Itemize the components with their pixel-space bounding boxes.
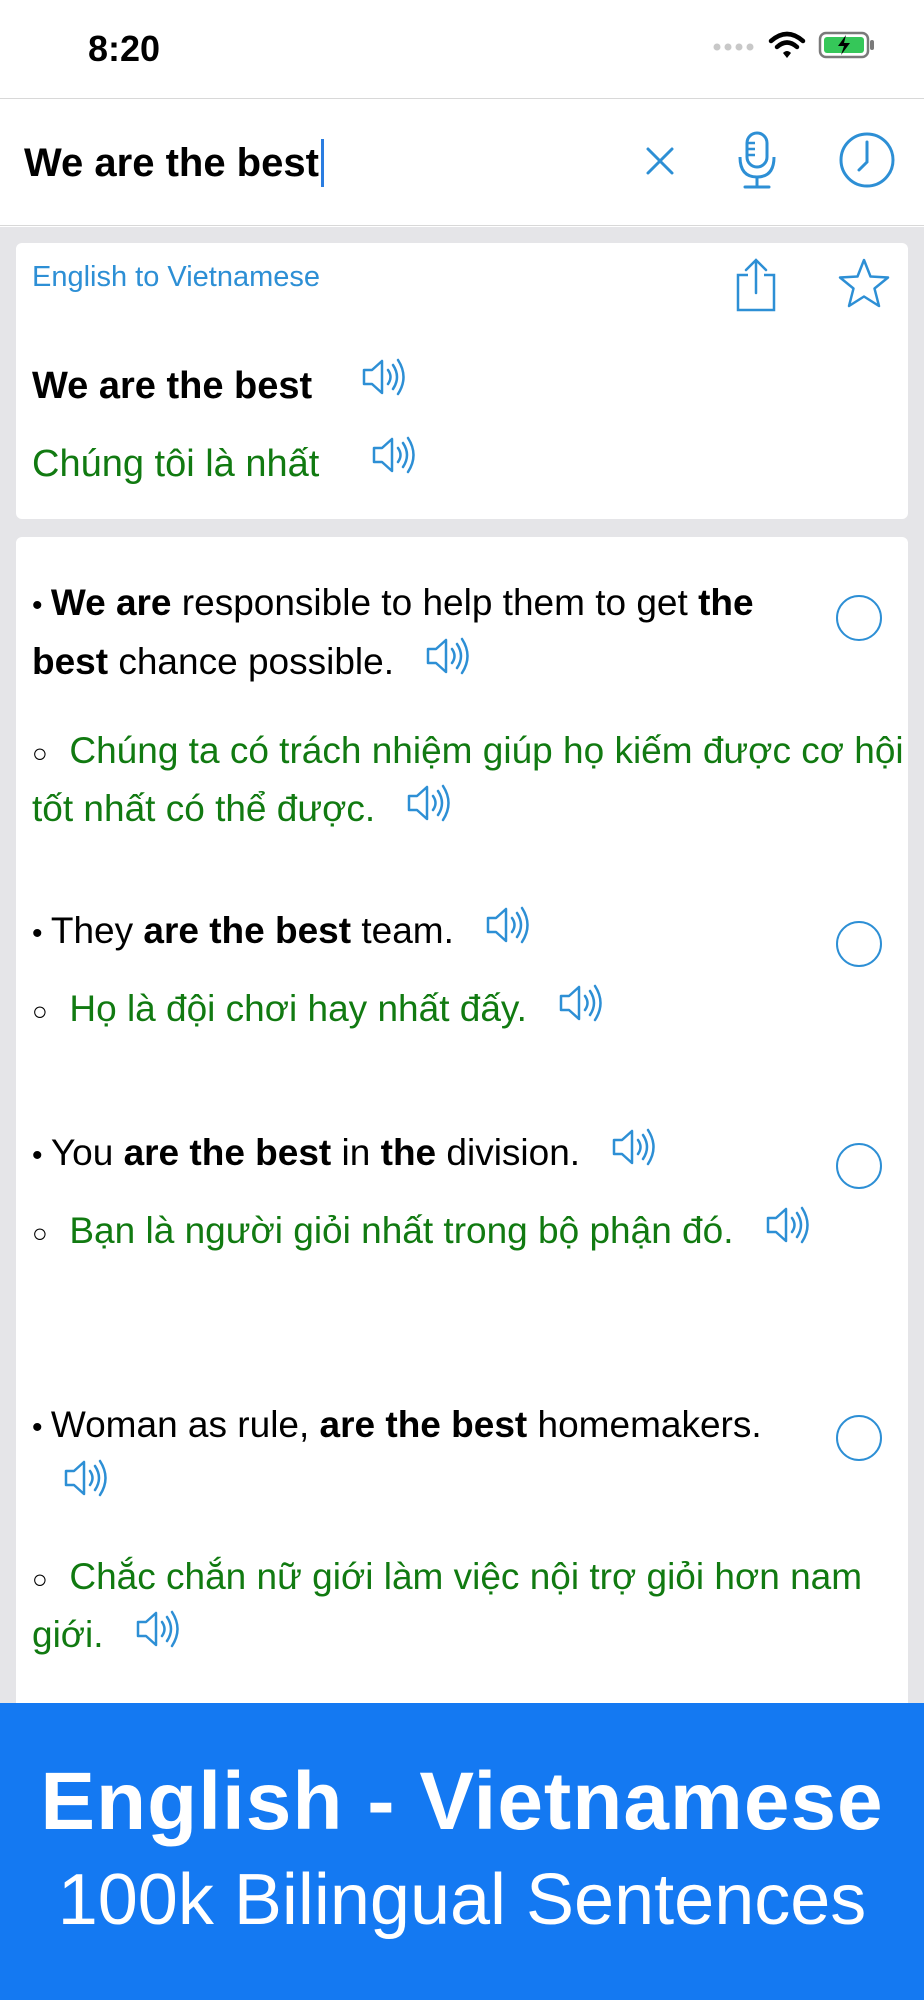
- highlighted-term: are the best: [319, 1404, 528, 1445]
- sentence-text: You: [50, 1132, 124, 1173]
- example-translation: ○ Bạn là người giỏi nhất trong bộ phận đ…: [32, 1203, 912, 1263]
- banner-subtitle: 100k Bilingual Sentences: [57, 1860, 867, 1940]
- example-source-sentence: • They are the best team.: [32, 903, 812, 963]
- promo-banner: English - Vietnamese 100k Bilingual Sent…: [0, 1703, 924, 2000]
- speak-example-translation-button[interactable]: [557, 981, 605, 1041]
- speaker-icon: [362, 358, 405, 396]
- favorite-button[interactable]: [834, 255, 894, 315]
- speak-example-source-button[interactable]: [484, 903, 532, 963]
- highlighted-term: are the best: [123, 1132, 332, 1173]
- translated-phrase: Chúng tôi là nhất: [32, 443, 320, 485]
- speak-source-button[interactable]: [360, 355, 408, 404]
- history-button[interactable]: [834, 129, 900, 195]
- example-translation: ○ Họ là đội chơi hay nhất đấy.: [32, 981, 912, 1041]
- search-query-text: We are the best: [24, 140, 319, 185]
- speak-example-source-button[interactable]: [610, 1125, 658, 1185]
- translation-text: Chúng ta có trách nhiệm giúp họ kiếm đượ…: [32, 730, 904, 830]
- sub-bullet: ○: [32, 996, 70, 1027]
- highlighted-term: are the best: [143, 910, 352, 951]
- speaker-icon: [486, 906, 529, 944]
- speak-example-translation-button[interactable]: [764, 1203, 812, 1263]
- speak-example-translation-button[interactable]: [134, 1607, 182, 1667]
- speaker-icon: [426, 637, 469, 675]
- translation-text: Họ là đội chơi hay nhất đấy.: [69, 988, 527, 1029]
- speaker-icon: [407, 785, 450, 822]
- speaker-icon: [372, 436, 415, 474]
- sentence-text: They: [50, 910, 144, 951]
- example-source-sentence: • You are the best in the division.: [32, 1125, 812, 1185]
- speak-example-translation-button[interactable]: [405, 781, 453, 841]
- search-bar: We are the best: [0, 98, 924, 226]
- star-icon: [837, 257, 891, 314]
- sentence-text: homemakers.: [527, 1404, 762, 1445]
- text-caret: [320, 139, 324, 187]
- translation-result-card: English to Vietnamese We are the best Ch…: [16, 243, 908, 519]
- close-icon: [645, 146, 675, 181]
- example-translation: ○ Chúng ta có trách nhiệm giúp họ kiếm đ…: [32, 723, 912, 841]
- sentence-text: Woman as rule,: [50, 1404, 320, 1445]
- source-phrase: We are the best: [32, 365, 313, 407]
- speaker-icon: [559, 984, 602, 1022]
- highlighted-term: We are: [50, 582, 172, 623]
- speaker-icon: [136, 1611, 179, 1648]
- status-bar: 8:20: [0, 0, 924, 98]
- sentence-text: in: [331, 1132, 381, 1173]
- sentence-text: responsible to help them to get: [171, 582, 699, 623]
- example-sentences-card: • We are responsible to help them to get…: [16, 537, 908, 1737]
- sub-bullet: ○: [32, 1218, 70, 1249]
- banner-title: English - Vietnamese: [40, 1756, 884, 1847]
- content-area: English to Vietnamese We are the best Ch…: [0, 227, 924, 1737]
- speaker-icon: [612, 1128, 655, 1166]
- sub-bullet: ○: [32, 1564, 70, 1595]
- select-example-radio[interactable]: [836, 1143, 882, 1189]
- translation-text: Bạn là người giỏi nhất trong bộ phận đó.: [69, 1210, 734, 1251]
- sentence-text: division.: [436, 1132, 581, 1173]
- speak-example-source-button[interactable]: [424, 634, 472, 694]
- select-example-radio[interactable]: [836, 595, 882, 641]
- clock-icon: [837, 130, 897, 195]
- status-time: 8:20: [88, 28, 161, 69]
- example-source-sentence: • Woman as rule, are the best homemakers…: [32, 1397, 812, 1516]
- direction-label: English to Vietnamese: [32, 261, 321, 293]
- speaker-icon: [766, 1206, 809, 1244]
- bullet: •: [32, 589, 51, 622]
- clear-button[interactable]: [630, 133, 690, 193]
- example-source-sentence: • We are responsible to help them to get…: [32, 575, 812, 694]
- select-example-radio[interactable]: [836, 921, 882, 967]
- microphone-icon: [737, 131, 777, 196]
- wifi-icon: [768, 30, 806, 65]
- microphone-button[interactable]: [725, 125, 789, 201]
- bullet: •: [32, 1411, 51, 1444]
- bullet: •: [32, 917, 51, 950]
- speak-translation-button[interactable]: [370, 433, 418, 482]
- select-example-radio[interactable]: [836, 1415, 882, 1461]
- highlighted-term: the: [380, 1132, 437, 1173]
- speaker-icon: [64, 1459, 107, 1497]
- share-icon: [734, 257, 778, 318]
- signal-icon: [712, 38, 756, 57]
- bullet: •: [32, 1139, 51, 1172]
- speak-example-source-button[interactable]: [62, 1456, 110, 1516]
- sub-bullet: ○: [32, 738, 70, 769]
- status-icons: [712, 30, 876, 65]
- battery-icon: [818, 30, 876, 65]
- search-input[interactable]: We are the best: [24, 139, 324, 187]
- sentence-text: team.: [351, 910, 454, 951]
- share-button[interactable]: [728, 255, 784, 319]
- sentence-text: chance possible.: [108, 641, 394, 682]
- example-translation: ○ Chắc chắn nữ giới làm việc nội trợ giỏ…: [32, 1549, 912, 1667]
